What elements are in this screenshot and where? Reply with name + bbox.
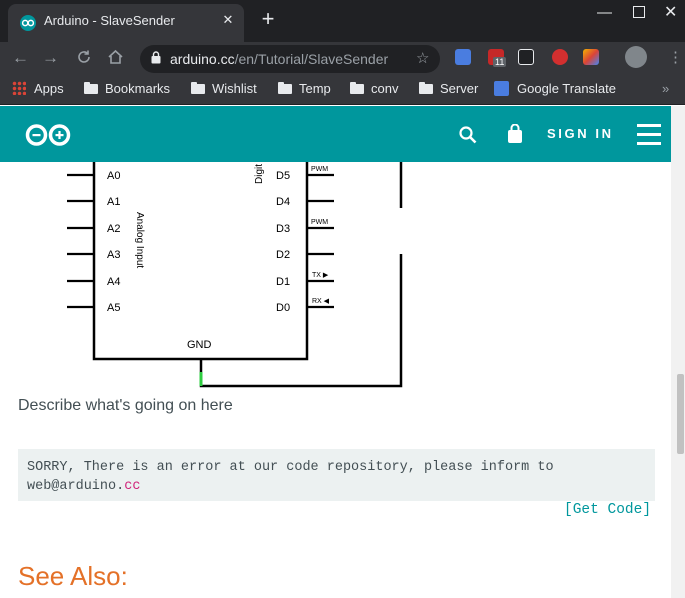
extension-loop-icon[interactable]: [518, 49, 534, 65]
extension-color-icon[interactable]: [583, 49, 599, 65]
gnd-label: GND: [187, 339, 212, 351]
bookmark-apps[interactable]: Apps: [12, 81, 64, 96]
back-arrow-icon[interactable]: ←: [12, 48, 29, 68]
page-scrollbar[interactable]: [671, 106, 685, 598]
bookmark-label: conv: [371, 81, 399, 96]
shopping-bag-icon[interactable]: [507, 123, 523, 149]
bookmarks-overflow-icon[interactable]: »: [662, 81, 669, 96]
bookmark-folder-conv[interactable]: conv: [350, 81, 398, 96]
extension-badge: 11: [493, 57, 507, 67]
forward-arrow-icon[interactable]: →: [42, 48, 59, 68]
folder-icon: [278, 82, 292, 94]
bookmark-label: Server: [440, 81, 479, 96]
arduino-favicon-icon: [20, 15, 36, 31]
bookmark-folder-wishlist[interactable]: Wishlist: [191, 81, 257, 96]
url-path: /en/Tutorial/SlaveSender: [234, 51, 389, 67]
pin-label-a5: A5: [107, 302, 120, 314]
bookmark-label: Google Translate: [517, 81, 617, 96]
bookmark-label: Wishlist: [212, 81, 257, 96]
code-message: SORRY, There is an error at our code rep…: [27, 460, 554, 494]
bookmark-star-icon[interactable]: ☆: [416, 49, 429, 67]
site-header: SIGN IN: [0, 106, 671, 162]
lock-icon[interactable]: [151, 51, 161, 64]
pin-label-d3: D3: [276, 223, 290, 235]
code-highlight: cc: [124, 479, 141, 494]
url-text[interactable]: arduino.cc/en/Tutorial/SlaveSender: [170, 51, 388, 67]
google-translate-extension-icon[interactable]: [455, 49, 471, 65]
arduino-logo-icon[interactable]: [24, 123, 72, 152]
description-text: Describe what's going on here: [18, 397, 233, 414]
bookmark-folder-server[interactable]: Server: [419, 81, 478, 96]
google-translate-icon: [494, 81, 509, 96]
maximize-window-button[interactable]: [633, 6, 645, 18]
pin-label-d1: D1: [276, 276, 290, 288]
kebab-menu-icon[interactable]: ⋮: [668, 48, 683, 66]
hamburger-menu-icon[interactable]: [637, 124, 661, 146]
home-icon[interactable]: [107, 49, 124, 70]
reload-icon[interactable]: [76, 49, 92, 70]
pin-label-a4: A4: [107, 276, 120, 288]
folder-icon: [84, 82, 98, 94]
pin-tag-tx: TX ▶: [312, 272, 329, 279]
bookmark-google-translate[interactable]: Google Translate: [494, 81, 616, 96]
new-tab-button[interactable]: +: [256, 8, 280, 32]
see-also-heading: See Also:: [18, 561, 128, 591]
scrollbar-thumb[interactable]: [677, 374, 684, 454]
pin-tag-pwm: PWM: [311, 219, 328, 226]
pin-label-a0: A0: [107, 170, 120, 182]
pin-label-a1: A1: [107, 196, 120, 208]
ublock-shield-icon[interactable]: [552, 49, 568, 65]
bookmarks-bar: Apps Bookmarks Wishlist Temp conv Server…: [0, 76, 685, 105]
browser-tab-strip: Arduino - SlaveSender ✕ + — ✕: [0, 0, 685, 42]
pin-label-d4: D4: [276, 196, 290, 208]
bookmark-folder-bookmarks[interactable]: Bookmarks: [84, 81, 170, 96]
browser-toolbar: ← → arduino.cc/en/Tutorial/SlaveSender ☆…: [0, 42, 685, 76]
analog-input-label: Analog Input: [134, 212, 145, 268]
pin-tag-rx: RX ◀: [312, 298, 330, 305]
code-text: SORRY, There is an error at our code rep…: [27, 458, 647, 496]
close-window-button[interactable]: ✕: [664, 2, 677, 22]
get-code-link[interactable]: [Get Code]: [564, 502, 651, 518]
pin-label-d5: D5: [276, 170, 290, 182]
search-icon[interactable]: [459, 126, 477, 149]
minimize-window-button[interactable]: —: [597, 4, 612, 21]
bookmark-label: Apps: [34, 81, 64, 96]
bookmark-label: Temp: [299, 81, 331, 96]
address-bar[interactable]: arduino.cc/en/Tutorial/SlaveSender ☆: [140, 45, 440, 73]
folder-icon: [350, 82, 364, 94]
tab-close-icon[interactable]: ✕: [220, 12, 236, 28]
apps-grid-icon: [12, 81, 26, 95]
digital-label: Digit: [254, 164, 265, 184]
url-host: arduino.cc: [170, 51, 235, 67]
extension-red-icon[interactable]: 11: [488, 49, 507, 67]
tab-title: Arduino - SlaveSender: [44, 13, 175, 28]
folder-icon: [191, 82, 205, 94]
pin-tag-pwm: PWM: [311, 166, 328, 173]
sign-in-link[interactable]: SIGN IN: [547, 126, 614, 141]
profile-avatar[interactable]: [625, 46, 647, 68]
pin-label-a2: A2: [107, 223, 120, 235]
pin-label-d2: D2: [276, 249, 290, 261]
folder-icon: [419, 82, 433, 94]
browser-tab[interactable]: Arduino - SlaveSender ✕: [8, 4, 244, 42]
pin-label-a3: A3: [107, 249, 120, 261]
bookmark-label: Bookmarks: [105, 81, 171, 96]
bookmark-folder-temp[interactable]: Temp: [278, 81, 331, 96]
schematic-diagram: A0 A1 A2 A3 A4 A5 D5 D4 D3 D2 D1 D0 GND …: [67, 162, 403, 388]
code-block: SORRY, There is an error at our code rep…: [18, 449, 655, 501]
pin-label-d0: D0: [276, 302, 290, 314]
